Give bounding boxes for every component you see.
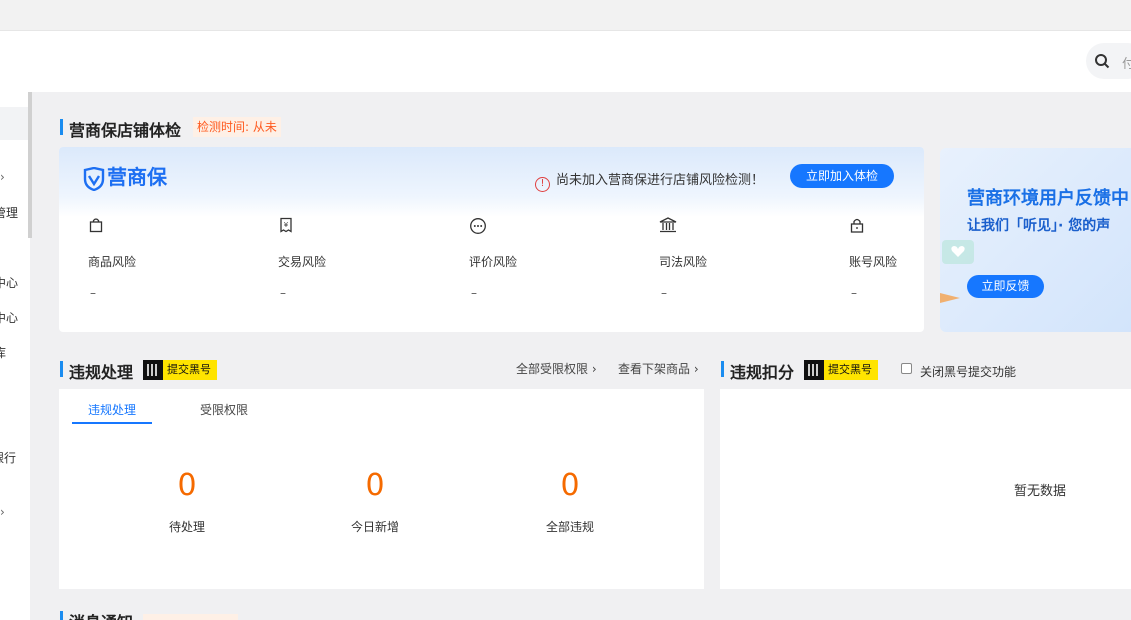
chevron-right-icon[interactable]: › bbox=[0, 170, 5, 184]
tag-label: 提交黑号 bbox=[167, 363, 211, 376]
scrollbar[interactable] bbox=[28, 92, 32, 238]
shield-card: 营商保 ! 尚未加入营商保进行店铺风险检测！ 立即加入体检 商品风险 – ¥ 交易… bbox=[59, 147, 924, 332]
today-new-label: 今日新增 bbox=[350, 520, 399, 534]
sidebar-active-item[interactable] bbox=[0, 107, 30, 140]
shield-logo: 营商保 bbox=[83, 161, 167, 191]
all-violations-count[interactable]: 0 bbox=[540, 468, 600, 503]
risk-value: – bbox=[471, 286, 477, 300]
risk-value: – bbox=[280, 286, 286, 300]
risk-value: – bbox=[90, 286, 96, 300]
violation-section-title: 违规处理 bbox=[59, 359, 133, 383]
tab-restricted[interactable]: 受限权限 bbox=[200, 401, 248, 418]
warning-icon: ! bbox=[535, 177, 550, 192]
sidebar-item-4[interactable]: 库 bbox=[0, 344, 6, 361]
chat-bubble-icon bbox=[470, 218, 486, 234]
risk-label: 交易风险 bbox=[278, 255, 327, 269]
banner-subtitle: 让我们「听见」· 您的声 bbox=[967, 218, 1111, 234]
header: 付 bbox=[0, 31, 1131, 92]
violation-card: 违规处理 受限权限 0 待处理 0 今日新增 0 全部违规 bbox=[59, 389, 704, 589]
sidebar-item-3[interactable]: 中心 bbox=[0, 309, 18, 326]
today-new-count[interactable]: 0 bbox=[345, 468, 405, 503]
shield-section-title: 营商保店铺体检 bbox=[59, 117, 181, 141]
risk-value: – bbox=[661, 286, 667, 300]
disable-blacklist-label[interactable]: 关闭黑号提交功能 bbox=[920, 363, 1016, 380]
sidebar-item-1[interactable]: 管理 bbox=[0, 204, 18, 221]
all-violations-label: 全部违规 bbox=[545, 520, 594, 534]
feedback-banner[interactable]: 营商环境用户反馈中 让我们「听见」· 您的声 立即反馈 bbox=[940, 148, 1131, 332]
deduction-section-title: 违规扣分 bbox=[720, 359, 794, 383]
risk-label: 商品风险 bbox=[88, 255, 137, 269]
qr-code-icon bbox=[804, 360, 824, 380]
view-delisted-goods-link[interactable]: 查看下架商品 › bbox=[618, 360, 699, 377]
qr-code-icon bbox=[143, 360, 163, 380]
warning-text: 尚未加入营商保进行店铺风险检测！ bbox=[556, 173, 765, 188]
tab-violation[interactable]: 违规处理 bbox=[88, 401, 136, 418]
submit-blacklist-tag[interactable]: 提交黑号 bbox=[804, 360, 878, 380]
sidebar: › 管理 中心 中心 库 银行 › bbox=[0, 92, 30, 620]
svg-text:¥: ¥ bbox=[284, 221, 289, 229]
all-restricted-permissions-link[interactable]: 全部受限权限 › bbox=[516, 360, 597, 377]
paper-plane-icon bbox=[940, 293, 960, 303]
notice-section-title: 消息通知 bbox=[59, 609, 133, 620]
pending-count[interactable]: 0 bbox=[157, 468, 217, 503]
join-check-button[interactable]: 立即加入体检 bbox=[790, 164, 894, 188]
search-icon bbox=[1095, 54, 1110, 69]
banner-title: 营商环境用户反馈中 bbox=[967, 188, 1129, 209]
search-box[interactable]: 付 bbox=[1086, 43, 1131, 79]
disable-blacklist-checkbox[interactable] bbox=[901, 363, 912, 374]
submit-blacklist-tag[interactable]: 提交黑号 bbox=[143, 360, 217, 380]
chevron-right-icon[interactable]: › bbox=[0, 505, 5, 519]
pending-label: 待处理 bbox=[168, 520, 205, 534]
deduction-card: 暂无数据 bbox=[720, 389, 1131, 589]
shopping-bag-icon bbox=[89, 218, 103, 233]
shield-icon bbox=[83, 166, 105, 191]
yuan-receipt-icon: ¥ bbox=[280, 217, 292, 233]
risk-label: 评价风险 bbox=[469, 255, 518, 269]
risk-value: – bbox=[851, 286, 857, 300]
feedback-button[interactable]: 立即反馈 bbox=[967, 275, 1044, 298]
risk-label: 司法风险 bbox=[659, 255, 708, 269]
tag-label: 提交黑号 bbox=[828, 363, 872, 376]
warning-message: ! 尚未加入营商保进行店铺风险检测！ bbox=[535, 169, 764, 192]
sidebar-item-2[interactable]: 中心 bbox=[0, 274, 18, 291]
search-placeholder: 付 bbox=[1122, 57, 1131, 72]
heart-bubble-icon bbox=[942, 240, 974, 264]
notice-badge bbox=[143, 614, 238, 620]
shield-logo-text: 营商保 bbox=[107, 165, 167, 189]
courthouse-icon bbox=[659, 217, 677, 233]
risk-label: 账号风险 bbox=[849, 255, 898, 269]
lock-icon bbox=[850, 218, 864, 233]
top-strip bbox=[0, 0, 1131, 31]
sidebar-item-5[interactable]: 银行 bbox=[0, 449, 16, 466]
empty-state-text: 暂无数据 bbox=[1014, 484, 1067, 499]
check-time-badge: 检测时间: 从未 bbox=[193, 117, 281, 137]
active-tab-indicator bbox=[72, 422, 152, 424]
